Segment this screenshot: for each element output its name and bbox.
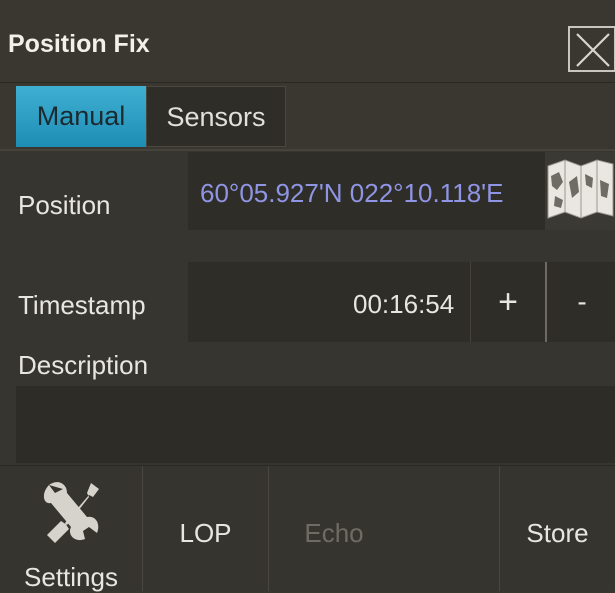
tab-bar: Manual Sensors (0, 83, 615, 151)
bottom-toolbar: Settings LOP Echo Store (0, 465, 615, 592)
description-label: Description (18, 350, 149, 380)
echo-button[interactable]: Echo (269, 466, 399, 591)
lop-label: LOP (179, 518, 232, 548)
tab-manual[interactable]: Manual (16, 86, 146, 147)
timestamp-decrement-button[interactable]: - (545, 262, 615, 342)
settings-label: Settings (24, 562, 118, 592)
store-button[interactable]: Store (499, 466, 615, 591)
map-button[interactable] (545, 152, 615, 230)
echo-label: Echo (304, 518, 364, 548)
position-label: Position (18, 190, 111, 220)
description-field[interactable] (16, 386, 615, 463)
store-label: Store (526, 518, 589, 548)
timestamp-increment-button[interactable]: + (470, 262, 545, 342)
title-bar: Position Fix (0, 0, 615, 83)
window-title: Position Fix (8, 30, 150, 58)
position-value[interactable]: 60°05.927'N 022°10.118'E (200, 178, 503, 209)
tab-sensors[interactable]: Sensors (146, 86, 286, 147)
timestamp-label: Timestamp (18, 290, 146, 320)
wrench-screwdriver-icon (43, 482, 99, 543)
settings-button[interactable]: Settings (0, 466, 143, 592)
close-button[interactable] (568, 26, 615, 72)
close-icon (576, 33, 610, 67)
lop-button[interactable]: LOP (143, 466, 269, 591)
timestamp-value[interactable]: 00:16:54 (353, 289, 454, 320)
map-icon (547, 159, 614, 219)
